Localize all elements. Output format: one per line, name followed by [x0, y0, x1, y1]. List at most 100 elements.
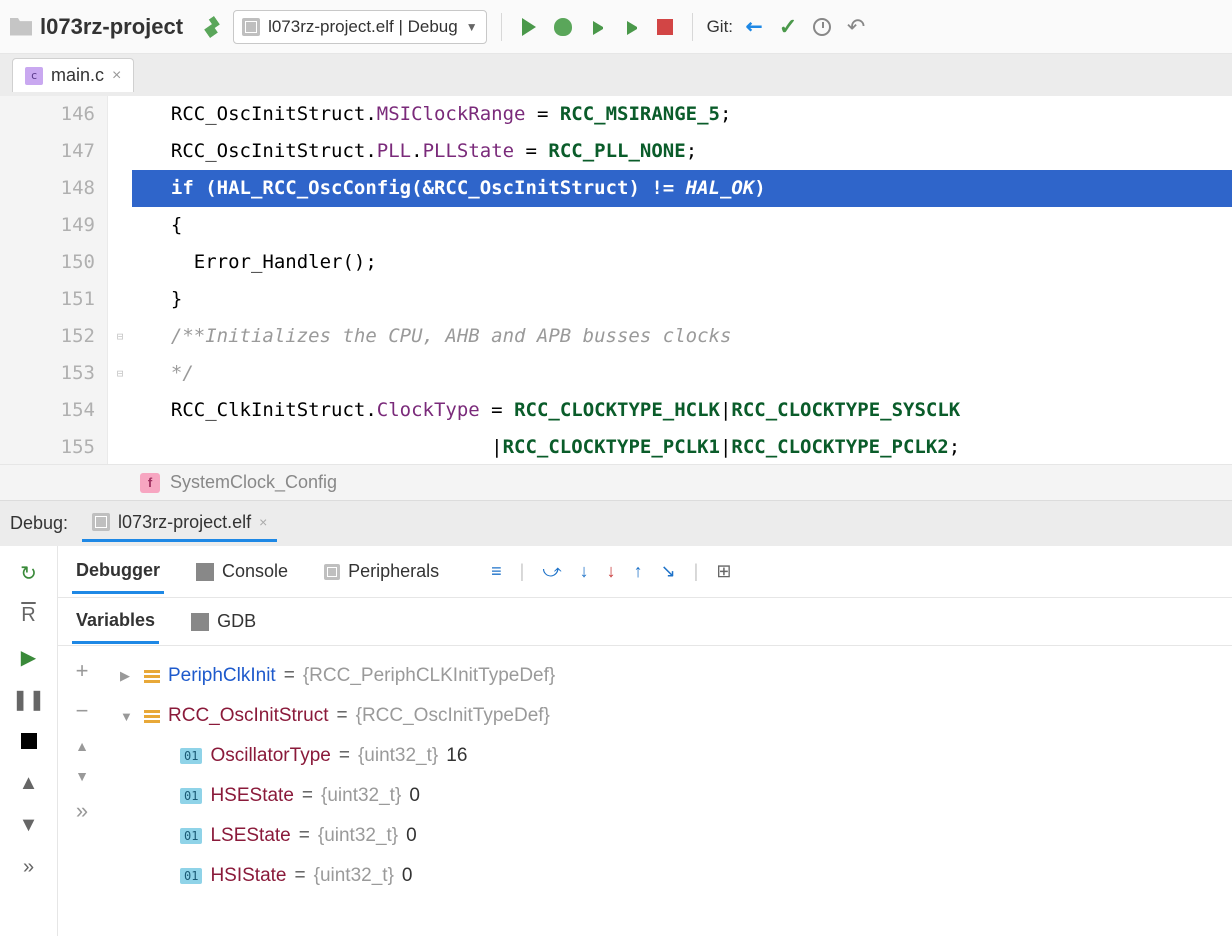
line-number[interactable]: 152 — [0, 318, 95, 355]
c-file-icon: c — [25, 67, 43, 85]
git-label: Git: — [707, 17, 733, 37]
add-watch-button[interactable]: + — [76, 658, 89, 684]
check-icon: ✓ — [779, 14, 797, 40]
project-name: l073rz-project — [40, 14, 183, 40]
stop-debug-button[interactable] — [16, 728, 42, 754]
close-icon[interactable]: × — [112, 67, 121, 85]
line-number[interactable]: 151 — [0, 281, 95, 318]
variable-row[interactable]: ▼ RCC_OscInitStruct = {RCC_OscInitTypeDe… — [106, 696, 1232, 736]
run-button[interactable] — [516, 14, 542, 40]
watch-up-button[interactable]: ▲ — [75, 738, 89, 754]
code-line-current[interactable]: if (HAL_RCC_OscConfig(&RCC_OscInitStruct… — [132, 170, 1232, 207]
step-into-button[interactable]: ↓ — [580, 561, 589, 582]
line-gutter[interactable]: 146 147 148 149 150 151 152 153 154 155 — [0, 96, 108, 464]
tab-gdb[interactable]: GDB — [187, 601, 260, 642]
separator — [501, 13, 502, 41]
equals: = — [295, 865, 306, 887]
field-icon: 01 — [180, 868, 202, 884]
evaluate-button[interactable]: ⊞ — [716, 561, 731, 582]
code-line[interactable]: Error_Handler(); — [132, 244, 1232, 281]
debug-session-bar: Debug: l073rz-project.elf × — [0, 500, 1232, 546]
run-to-cursor-button[interactable]: ↘ — [661, 561, 676, 582]
debug-button[interactable] — [550, 14, 576, 40]
code-line[interactable]: RCC_OscInitStruct.MSIClockRange = RCC_MS… — [132, 96, 1232, 133]
run-config-button-1[interactable] — [584, 14, 610, 40]
variable-name: PeriphClkInit — [168, 665, 276, 687]
launch-config-combo[interactable]: l073rz-project.elf | Debug ▼ — [233, 10, 487, 44]
history-button[interactable] — [809, 14, 835, 40]
code-line[interactable]: |RCC_CLOCKTYPE_PCLK1|RCC_CLOCKTYPE_PCLK2… — [132, 429, 1232, 466]
line-number[interactable]: 154 — [0, 392, 95, 429]
line-number[interactable]: 153 — [0, 355, 95, 392]
up-button[interactable]: ▲ — [16, 770, 42, 796]
field-icon: 01 — [180, 748, 202, 764]
code-area[interactable]: RCC_OscInitStruct.MSIClockRange = RCC_MS… — [132, 96, 1232, 464]
line-number[interactable]: 146 — [0, 96, 95, 133]
pause-button[interactable]: ❚❚ — [16, 686, 42, 712]
stop-button[interactable] — [652, 14, 678, 40]
fold-icon[interactable]: ⊟ — [108, 355, 132, 392]
run-icon — [587, 17, 607, 37]
code-line[interactable]: RCC_ClkInitStruct.ClockType = RCC_CLOCKT… — [132, 392, 1232, 429]
launch-config-label: l073rz-project.elf | Debug — [268, 17, 458, 37]
line-number[interactable]: 149 — [0, 207, 95, 244]
twistie-icon[interactable]: ▼ — [120, 709, 136, 724]
fold-column[interactable]: ⊟⊟ — [108, 96, 132, 464]
reset-button[interactable]: R — [16, 602, 42, 628]
force-step-into-button[interactable]: ↓ — [607, 561, 616, 582]
watch-down-button[interactable]: ▼ — [75, 768, 89, 784]
fold-icon[interactable]: ⊟ — [108, 318, 132, 355]
build-button[interactable] — [199, 14, 225, 40]
variable-value: 16 — [446, 745, 467, 767]
play-icon — [522, 18, 536, 36]
breadcrumb[interactable]: f SystemClock_Config — [0, 464, 1232, 500]
run-config-button-2[interactable] — [618, 14, 644, 40]
twistie-icon[interactable]: ▶ — [120, 668, 136, 684]
code-line[interactable]: /**Initializes the CPU, AHB and APB buss… — [132, 318, 1232, 355]
show-execution-button[interactable]: ≡ — [491, 561, 502, 582]
variable-row[interactable]: 01 HSIState = {uint32_t} 0 — [106, 856, 1232, 896]
tab-label: main.c — [51, 65, 104, 86]
more-button[interactable]: » — [16, 854, 42, 880]
stop-icon — [657, 19, 673, 35]
more-watch-button[interactable]: » — [76, 798, 88, 824]
debug-session-tab[interactable]: l073rz-project.elf × — [82, 506, 277, 542]
variables-tree[interactable]: ▶ PeriphClkInit = {RCC_PeriphCLKInitType… — [106, 646, 1232, 936]
variable-name: HSIState — [210, 865, 286, 887]
variable-name: LSEState — [210, 825, 290, 847]
git-pull-button[interactable]: ↙ — [741, 14, 767, 40]
tab-main-c[interactable]: c main.c × — [12, 58, 134, 92]
step-out-button[interactable]: ↑ — [634, 561, 643, 582]
undo-button[interactable]: ↶ — [843, 14, 869, 40]
code-line[interactable]: } — [132, 281, 1232, 318]
code-line[interactable]: */ — [132, 355, 1232, 392]
tab-console[interactable]: Console — [192, 551, 292, 592]
close-icon[interactable]: × — [259, 514, 267, 530]
code-editor[interactable]: 146 147 148 149 150 151 152 153 154 155 … — [0, 96, 1232, 464]
code-line[interactable]: { — [132, 207, 1232, 244]
step-over-button[interactable]: ⤻ — [542, 561, 561, 582]
debug-session-name: l073rz-project.elf — [118, 512, 251, 533]
line-number[interactable]: 148 — [0, 170, 95, 207]
line-number[interactable]: 155 — [0, 429, 95, 466]
remove-watch-button[interactable]: − — [76, 698, 89, 724]
variable-row[interactable]: 01 OscillatorType = {uint32_t} 16 — [106, 736, 1232, 776]
run-icon — [621, 17, 641, 37]
main-toolbar: l073rz-project l073rz-project.elf | Debu… — [0, 0, 1232, 54]
line-number[interactable]: 147 — [0, 133, 95, 170]
variable-row[interactable]: ▶ PeriphClkInit = {RCC_PeriphCLKInitType… — [106, 656, 1232, 696]
tab-debugger[interactable]: Debugger — [72, 550, 164, 594]
rerun-button[interactable]: ↻ — [16, 560, 42, 586]
variable-row[interactable]: 01 LSEState = {uint32_t} 0 — [106, 816, 1232, 856]
line-number[interactable]: 150 — [0, 244, 95, 281]
tab-peripherals[interactable]: Peripherals — [320, 551, 443, 592]
code-line[interactable]: RCC_OscInitStruct.PLL.PLLState = RCC_PLL… — [132, 133, 1232, 170]
separator — [692, 13, 693, 41]
variable-type: {uint32_t} — [318, 825, 398, 847]
git-commit-button[interactable]: ✓ — [775, 14, 801, 40]
down-button[interactable]: ▼ — [16, 812, 42, 838]
tab-variables[interactable]: Variables — [72, 600, 159, 644]
breadcrumb-function[interactable]: SystemClock_Config — [170, 472, 337, 493]
variable-row[interactable]: 01 HSEState = {uint32_t} 0 — [106, 776, 1232, 816]
resume-button[interactable]: ▶ — [16, 644, 42, 670]
